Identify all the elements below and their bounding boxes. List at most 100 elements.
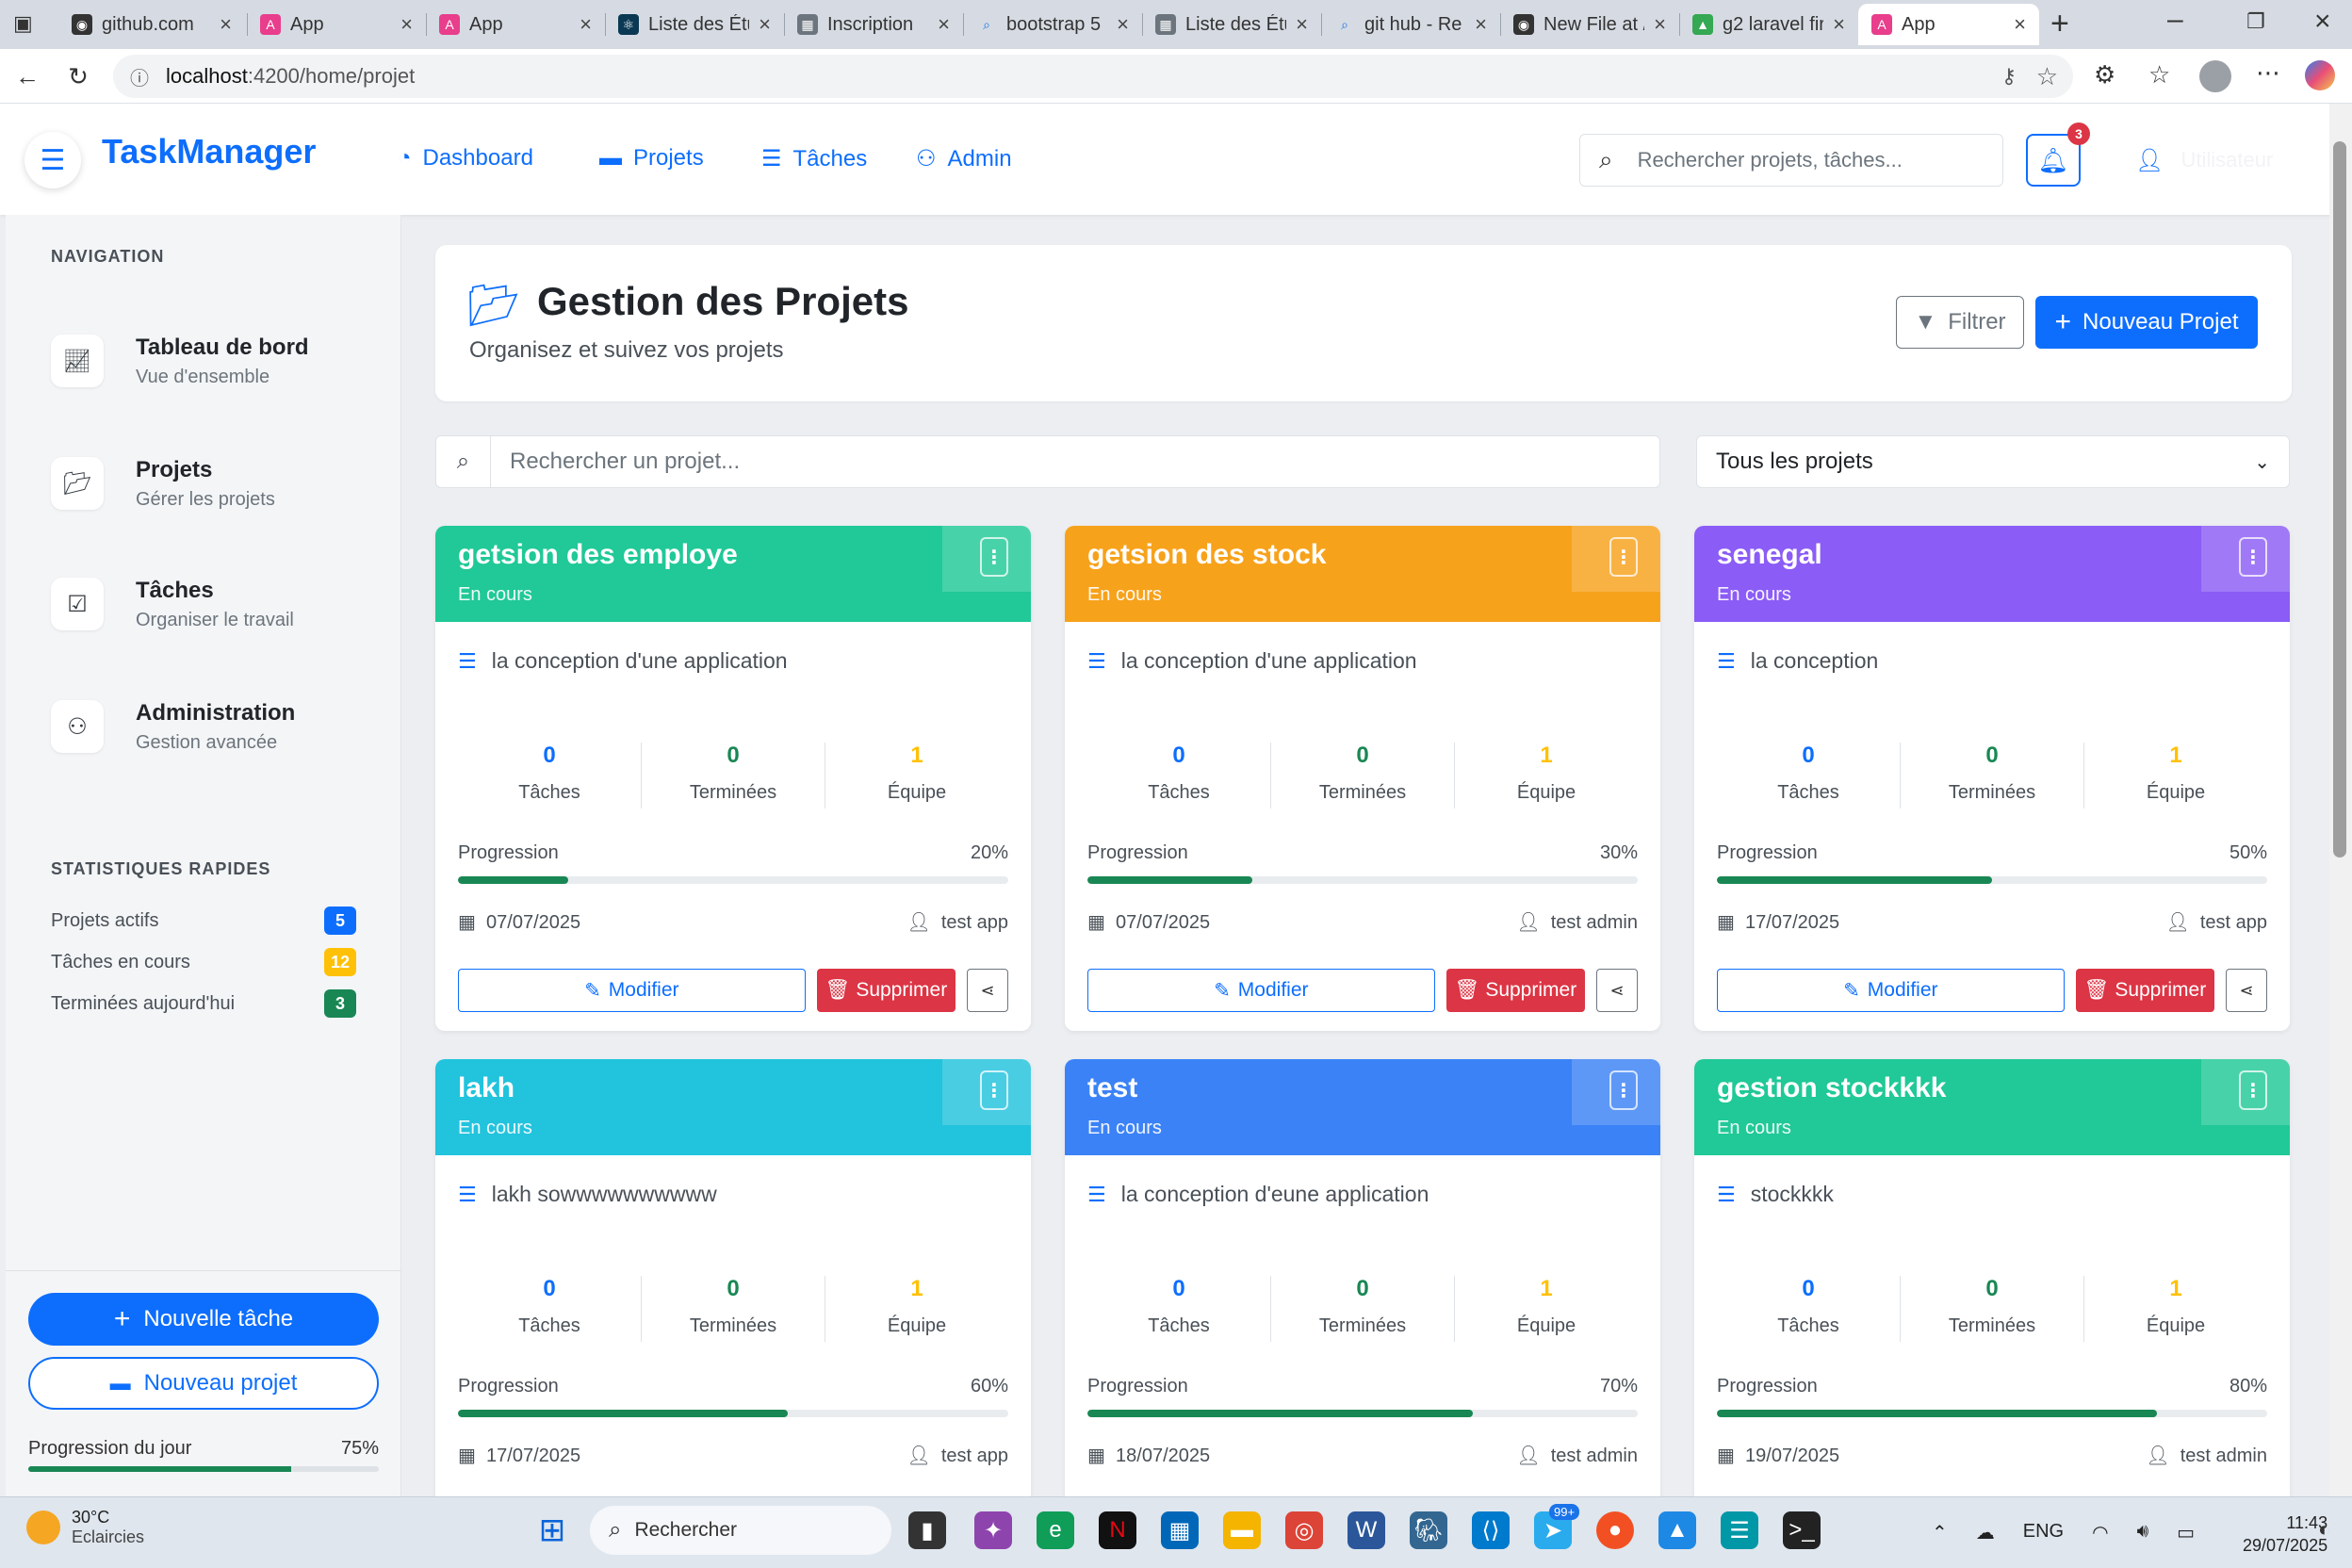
close-icon[interactable]: × bbox=[2014, 12, 2026, 37]
telegram-badge: 99+ bbox=[1549, 1504, 1580, 1520]
nav-taches[interactable]: ☰ Tâches bbox=[761, 145, 867, 172]
file-explorer-icon[interactable]: ▬ bbox=[1223, 1511, 1261, 1549]
nav-dashboard[interactable]: ◔ Dashboard bbox=[398, 145, 533, 172]
share-icon[interactable]: ⋖ bbox=[967, 969, 1008, 1012]
close-icon[interactable]: × bbox=[220, 12, 232, 37]
copilot-app-icon[interactable]: ✦ bbox=[974, 1511, 1012, 1549]
delete-button[interactable]: 🗑︎Supprimer bbox=[1446, 969, 1586, 1012]
extensions-icon[interactable]: ⚙ bbox=[2094, 60, 2115, 90]
delete-button[interactable]: 🗑︎Supprimer bbox=[2075, 969, 2215, 1012]
vscode-icon[interactable]: ⟨⟩ bbox=[1472, 1511, 1510, 1549]
browser-tab[interactable]: ◉ New File at / × bbox=[1500, 4, 1679, 45]
sidebar-item-projects[interactable]: 📂︎ Projets Gérer les projets bbox=[51, 441, 371, 526]
browser-tab[interactable]: ◉ github.com × bbox=[58, 4, 245, 45]
notification-center-icon[interactable]: ◐ bbox=[2318, 1517, 2341, 1545]
stat-value: 0 bbox=[1985, 1276, 1999, 1301]
taskbar-search[interactable]: ⌕ Rechercher bbox=[590, 1506, 891, 1555]
browser-tab[interactable]: ⚛ Liste des Étu × bbox=[605, 4, 784, 45]
more-vertical-icon[interactable]: ⋮ bbox=[1609, 537, 1638, 577]
new-tab-icon[interactable]: + bbox=[2050, 6, 2069, 42]
project-filter-select[interactable]: Tous les projets ⌄ bbox=[1696, 435, 2290, 488]
brand-logo-icon[interactable]: ☰ bbox=[24, 132, 81, 188]
close-icon[interactable]: × bbox=[1833, 12, 1845, 37]
close-icon[interactable]: × bbox=[1296, 12, 1308, 37]
task-view-icon[interactable]: ▮ bbox=[908, 1511, 946, 1549]
favorites-icon[interactable]: ☆ bbox=[2148, 60, 2170, 90]
share-icon[interactable]: ⋖ bbox=[2226, 969, 2267, 1012]
wifi-icon[interactable]: ◠ bbox=[2092, 1521, 2108, 1544]
share-icon[interactable]: ⋖ bbox=[1596, 969, 1638, 1012]
close-icon[interactable]: × bbox=[400, 12, 413, 37]
close-icon[interactable]: × bbox=[759, 12, 771, 37]
notepad-icon[interactable]: ☰ bbox=[1721, 1511, 1758, 1549]
calendar-icon: ▦ bbox=[458, 912, 476, 933]
netflix-icon[interactable]: N bbox=[1099, 1511, 1136, 1549]
browser-tab[interactable]: ▦ Liste des Étu × bbox=[1142, 4, 1321, 45]
more-vertical-icon[interactable]: ⋮ bbox=[980, 537, 1008, 577]
edge-icon[interactable]: e bbox=[1037, 1511, 1074, 1549]
sidebar-item-tasks[interactable]: ☑ Tâches Organiser le travail bbox=[51, 562, 371, 646]
minimize-icon[interactable]: – bbox=[2167, 4, 2183, 36]
terminal-icon[interactable]: >_ bbox=[1783, 1511, 1821, 1549]
chevron-up-icon[interactable]: ⌃ bbox=[1932, 1521, 1948, 1544]
sidebar-item-admin[interactable]: ⚇ Administration Gestion avancée bbox=[51, 684, 371, 769]
more-vertical-icon[interactable]: ⋮ bbox=[2239, 537, 2267, 577]
new-project-button[interactable]: + Nouveau Projet bbox=[2035, 296, 2258, 349]
profile-avatar[interactable] bbox=[2199, 60, 2231, 92]
restore-icon[interactable]: ❐ bbox=[2246, 9, 2265, 34]
close-icon[interactable]: × bbox=[1654, 12, 1666, 37]
nav-admin[interactable]: ⚇ Admin bbox=[916, 145, 1012, 172]
copilot-icon[interactable] bbox=[2305, 60, 2335, 90]
postman-icon[interactable]: ● bbox=[1596, 1511, 1634, 1549]
edit-button[interactable]: ✎ Modifier bbox=[1717, 969, 2065, 1012]
more-vertical-icon[interactable]: ⋮ bbox=[980, 1070, 1008, 1110]
nav-projets[interactable]: ▬ Projets bbox=[599, 145, 704, 172]
volume-icon[interactable]: 🔊︎ bbox=[2137, 1521, 2149, 1544]
browser-tab[interactable]: A App × bbox=[247, 4, 426, 45]
close-icon[interactable]: × bbox=[1117, 12, 1129, 37]
project-card: getsion des stock En cours ⋮ ☰ la conception… bbox=[1065, 526, 1660, 1031]
language-indicator[interactable]: ENG bbox=[2023, 1521, 2064, 1544]
browser-tab[interactable]: ▦ Inscription × bbox=[784, 4, 963, 45]
battery-icon[interactable]: ▭ bbox=[2177, 1521, 2195, 1544]
postgres-icon[interactable]: 🐘︎ bbox=[1410, 1511, 1447, 1549]
scrollbar-thumb[interactable] bbox=[2333, 141, 2346, 858]
weather-widget[interactable]: 30°C Eclaircies bbox=[26, 1508, 144, 1547]
brand-title[interactable]: TaskManager bbox=[102, 132, 316, 172]
edit-button[interactable]: ✎ Modifier bbox=[1087, 969, 1435, 1012]
sidebar-item-dashboard[interactable]: 📈︎ Tableau de bord Vue d'ensemble bbox=[51, 318, 371, 403]
taskbar-clock[interactable]: 11:43 29/07/2025 bbox=[2243, 1511, 2328, 1557]
filter-button[interactable]: ▼ Filtrer bbox=[1896, 296, 2024, 349]
address-bar[interactable]: ⓘ localhost:4200/home/projet ⚷ ☆ bbox=[113, 55, 2073, 98]
new-project-side-button[interactable]: ▬ Nouveau projet bbox=[28, 1357, 379, 1410]
chrome-icon[interactable]: ◎ bbox=[1285, 1511, 1323, 1549]
project-search-input[interactable]: ⌕ Rechercher un projet... bbox=[435, 435, 1660, 488]
browser-tab-active[interactable]: A App × bbox=[1858, 4, 2039, 45]
tab-actions-icon[interactable]: ▣ bbox=[13, 11, 40, 38]
photos-icon[interactable]: ▲ bbox=[1658, 1511, 1696, 1549]
close-icon[interactable]: × bbox=[938, 12, 950, 37]
global-search-input[interactable]: ⌕ Rechercher projets, tâches... bbox=[1579, 134, 2003, 187]
close-icon[interactable]: × bbox=[580, 12, 592, 37]
user-menu-button[interactable]: 👤︎ Utilisateur bbox=[2107, 134, 2305, 187]
reload-icon[interactable]: ↻ bbox=[62, 60, 94, 92]
delete-button[interactable]: 🗑︎Supprimer bbox=[816, 969, 956, 1012]
back-icon[interactable]: ← bbox=[11, 60, 43, 92]
word-icon[interactable]: W bbox=[1348, 1511, 1385, 1549]
store-icon[interactable]: ▦ bbox=[1161, 1511, 1199, 1549]
more-vertical-icon[interactable]: ⋮ bbox=[2239, 1070, 2267, 1110]
browser-tab[interactable]: ▲ g2 laravel fir × bbox=[1679, 4, 1858, 45]
browser-tab[interactable]: ⌕ bootstrap 5 × bbox=[963, 4, 1142, 45]
cloud-icon[interactable]: ☁ bbox=[1976, 1521, 1995, 1544]
edit-button[interactable]: ✎ Modifier bbox=[458, 969, 806, 1012]
more-vertical-icon[interactable]: ⋮ bbox=[1609, 1070, 1638, 1110]
key-icon[interactable]: ⚷ bbox=[2001, 64, 2017, 89]
more-icon[interactable]: ⋯ bbox=[2256, 58, 2280, 88]
new-task-button[interactable]: + Nouvelle tâche bbox=[28, 1293, 379, 1346]
browser-tab[interactable]: ⌕ git hub - Re × bbox=[1321, 4, 1500, 45]
windows-start-icon[interactable]: ⊞ bbox=[533, 1511, 571, 1549]
browser-tab[interactable]: A App × bbox=[426, 4, 605, 45]
close-window-icon[interactable]: × bbox=[2314, 6, 2331, 38]
star-icon[interactable]: ☆ bbox=[2036, 62, 2058, 91]
close-icon[interactable]: × bbox=[1475, 12, 1487, 37]
